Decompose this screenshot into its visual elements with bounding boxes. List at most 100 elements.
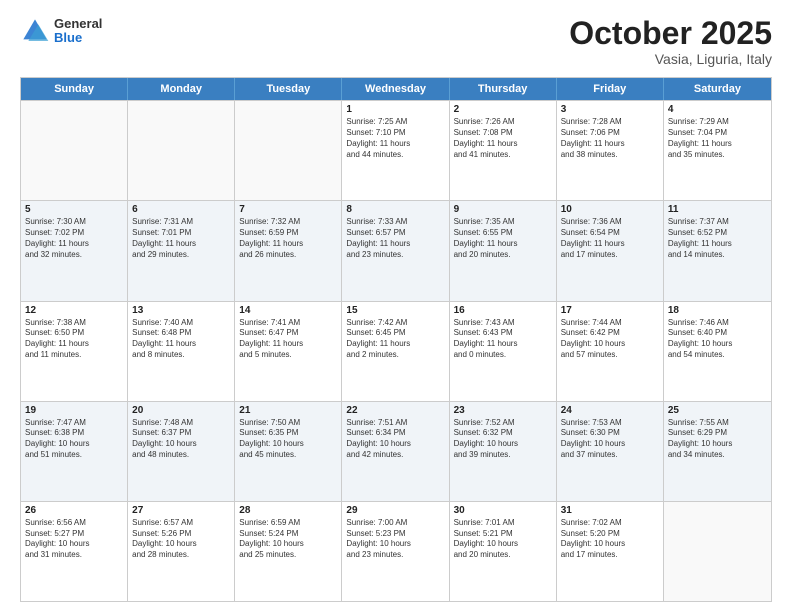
cell-daylight-info: Sunrise: 7:53 AM Sunset: 6:30 PM Dayligh… (561, 418, 659, 461)
cell-daylight-info: Sunrise: 7:31 AM Sunset: 7:01 PM Dayligh… (132, 217, 230, 260)
calendar-cell: 19 Sunrise: 7:47 AM Sunset: 6:38 PM Dayli… (21, 402, 128, 501)
calendar-header-day: Tuesday (235, 78, 342, 100)
calendar-header-day: Thursday (450, 78, 557, 100)
cell-daylight-info: Sunrise: 7:44 AM Sunset: 6:42 PM Dayligh… (561, 318, 659, 361)
logo-icon (20, 16, 50, 46)
cell-daylight-info: Sunrise: 7:26 AM Sunset: 7:08 PM Dayligh… (454, 117, 552, 160)
cell-daylight-info: Sunrise: 7:33 AM Sunset: 6:57 PM Dayligh… (346, 217, 444, 260)
calendar-header: SundayMondayTuesdayWednesdayThursdayFrid… (21, 78, 771, 100)
calendar-header-day: Friday (557, 78, 664, 100)
cell-day-number: 7 (239, 204, 337, 215)
cell-day-number: 11 (668, 204, 767, 215)
calendar-row: 12Sunrise: 7:38 AM Sunset: 6:50 PM Dayli… (21, 301, 771, 401)
calendar-header-day: Saturday (664, 78, 771, 100)
title-month: October 2025 (569, 16, 772, 51)
calendar-cell: 27Sunrise: 6:57 AM Sunset: 5:26 PM Dayli… (128, 502, 235, 601)
cell-daylight-info: Sunrise: 7:52 AM Sunset: 6:32 PM Dayligh… (454, 418, 552, 461)
cell-day-number: 10 (561, 204, 659, 215)
calendar-cell: 16 Sunrise: 7:43 AM Sunset: 6:43 PM Dayli… (450, 302, 557, 401)
calendar-row: 26 Sunrise: 6:56 AM Sunset: 5:27 PM Dayli… (21, 501, 771, 601)
cell-daylight-info: Sunrise: 7:42 AM Sunset: 6:45 PM Dayligh… (346, 318, 444, 361)
calendar-cell: 5 Sunrise: 7:30 AM Sunset: 7:02 PM Daylig… (21, 201, 128, 300)
cell-day-number: 6 (132, 204, 230, 215)
calendar-cell: 9 Sunrise: 7:35 AM Sunset: 6:55 PM Daylig… (450, 201, 557, 300)
cell-day-number: 21 (239, 405, 337, 416)
calendar-cell: 14Sunrise: 7:41 AM Sunset: 6:47 PM Dayli… (235, 302, 342, 401)
cell-day-number: 3 (561, 104, 659, 115)
cell-day-number: 22 (346, 405, 444, 416)
cell-day-number: 27 (132, 505, 230, 516)
cell-daylight-info: Sunrise: 7:55 AM Sunset: 6:29 PM Dayligh… (668, 418, 767, 461)
calendar-row: 1 Sunrise: 7:25 AM Sunset: 7:10 PM Daylig… (21, 100, 771, 200)
cell-day-number: 25 (668, 405, 767, 416)
calendar-cell: 28 Sunrise: 6:59 AM Sunset: 5:24 PM Dayli… (235, 502, 342, 601)
cell-day-number: 30 (454, 505, 552, 516)
calendar-cell: 10 Sunrise: 7:36 AM Sunset: 6:54 PM Dayli… (557, 201, 664, 300)
calendar-cell: 13Sunrise: 7:40 AM Sunset: 6:48 PM Dayli… (128, 302, 235, 401)
cell-day-number: 23 (454, 405, 552, 416)
cell-day-number: 28 (239, 505, 337, 516)
cell-day-number: 20 (132, 405, 230, 416)
calendar-cell: 3 Sunrise: 7:28 AM Sunset: 7:06 PM Daylig… (557, 101, 664, 200)
calendar-cell: 23 Sunrise: 7:52 AM Sunset: 6:32 PM Dayli… (450, 402, 557, 501)
cell-daylight-info: Sunrise: 7:51 AM Sunset: 6:34 PM Dayligh… (346, 418, 444, 461)
calendar-row: 19 Sunrise: 7:47 AM Sunset: 6:38 PM Dayli… (21, 401, 771, 501)
cell-daylight-info: Sunrise: 7:37 AM Sunset: 6:52 PM Dayligh… (668, 217, 767, 260)
calendar-cell: 17 Sunrise: 7:44 AM Sunset: 6:42 PM Dayli… (557, 302, 664, 401)
cell-daylight-info: Sunrise: 7:32 AM Sunset: 6:59 PM Dayligh… (239, 217, 337, 260)
cell-day-number: 16 (454, 305, 552, 316)
calendar-cell: 7 Sunrise: 7:32 AM Sunset: 6:59 PM Daylig… (235, 201, 342, 300)
cell-day-number: 9 (454, 204, 552, 215)
cell-daylight-info: Sunrise: 6:59 AM Sunset: 5:24 PM Dayligh… (239, 518, 337, 561)
cell-day-number: 4 (668, 104, 767, 115)
cell-day-number: 31 (561, 505, 659, 516)
cell-day-number: 8 (346, 204, 444, 215)
calendar-cell: 25 Sunrise: 7:55 AM Sunset: 6:29 PM Dayli… (664, 402, 771, 501)
calendar-cell: 12Sunrise: 7:38 AM Sunset: 6:50 PM Dayli… (21, 302, 128, 401)
cell-day-number: 5 (25, 204, 123, 215)
cell-day-number: 14 (239, 305, 337, 316)
calendar-cell (21, 101, 128, 200)
calendar-cell: 30Sunrise: 7:01 AM Sunset: 5:21 PM Dayli… (450, 502, 557, 601)
cell-day-number: 19 (25, 405, 123, 416)
title-location: Vasia, Liguria, Italy (569, 51, 772, 67)
cell-daylight-info: Sunrise: 7:38 AM Sunset: 6:50 PM Dayligh… (25, 318, 123, 361)
cell-day-number: 18 (668, 305, 767, 316)
calendar-cell: 24 Sunrise: 7:53 AM Sunset: 6:30 PM Dayli… (557, 402, 664, 501)
cell-daylight-info: Sunrise: 7:25 AM Sunset: 7:10 PM Dayligh… (346, 117, 444, 160)
cell-daylight-info: Sunrise: 7:29 AM Sunset: 7:04 PM Dayligh… (668, 117, 767, 160)
cell-daylight-info: Sunrise: 6:56 AM Sunset: 5:27 PM Dayligh… (25, 518, 123, 561)
cell-day-number: 13 (132, 305, 230, 316)
cell-day-number: 29 (346, 505, 444, 516)
cell-day-number: 17 (561, 305, 659, 316)
cell-day-number: 26 (25, 505, 123, 516)
calendar-cell: 26 Sunrise: 6:56 AM Sunset: 5:27 PM Dayli… (21, 502, 128, 601)
calendar-cell: 11 Sunrise: 7:37 AM Sunset: 6:52 PM Dayli… (664, 201, 771, 300)
calendar-cell: 18Sunrise: 7:46 AM Sunset: 6:40 PM Dayli… (664, 302, 771, 401)
calendar-cell: 2Sunrise: 7:26 AM Sunset: 7:08 PM Daylig… (450, 101, 557, 200)
logo-text: General Blue (54, 17, 102, 46)
cell-daylight-info: Sunrise: 7:47 AM Sunset: 6:38 PM Dayligh… (25, 418, 123, 461)
calendar-cell: 15Sunrise: 7:42 AM Sunset: 6:45 PM Dayli… (342, 302, 449, 401)
calendar-cell: 8 Sunrise: 7:33 AM Sunset: 6:57 PM Daylig… (342, 201, 449, 300)
logo: General Blue (20, 16, 102, 46)
cell-daylight-info: Sunrise: 7:36 AM Sunset: 6:54 PM Dayligh… (561, 217, 659, 260)
calendar-cell: 4 Sunrise: 7:29 AM Sunset: 7:04 PM Daylig… (664, 101, 771, 200)
calendar-cell: 31 Sunrise: 7:02 AM Sunset: 5:20 PM Dayli… (557, 502, 664, 601)
cell-daylight-info: Sunrise: 7:43 AM Sunset: 6:43 PM Dayligh… (454, 318, 552, 361)
cell-daylight-info: Sunrise: 7:48 AM Sunset: 6:37 PM Dayligh… (132, 418, 230, 461)
calendar: SundayMondayTuesdayWednesdayThursdayFrid… (20, 77, 772, 602)
cell-day-number: 24 (561, 405, 659, 416)
calendar-cell: 1 Sunrise: 7:25 AM Sunset: 7:10 PM Daylig… (342, 101, 449, 200)
page: General Blue October 2025 Vasia, Liguria… (0, 0, 792, 612)
calendar-cell: 29Sunrise: 7:00 AM Sunset: 5:23 PM Dayli… (342, 502, 449, 601)
cell-day-number: 1 (346, 104, 444, 115)
cell-daylight-info: Sunrise: 7:02 AM Sunset: 5:20 PM Dayligh… (561, 518, 659, 561)
calendar-cell (664, 502, 771, 601)
calendar-header-day: Monday (128, 78, 235, 100)
cell-daylight-info: Sunrise: 7:35 AM Sunset: 6:55 PM Dayligh… (454, 217, 552, 260)
calendar-body: 1 Sunrise: 7:25 AM Sunset: 7:10 PM Daylig… (21, 100, 771, 601)
logo-blue-label: Blue (54, 31, 102, 45)
cell-daylight-info: Sunrise: 7:30 AM Sunset: 7:02 PM Dayligh… (25, 217, 123, 260)
cell-daylight-info: Sunrise: 7:28 AM Sunset: 7:06 PM Dayligh… (561, 117, 659, 160)
